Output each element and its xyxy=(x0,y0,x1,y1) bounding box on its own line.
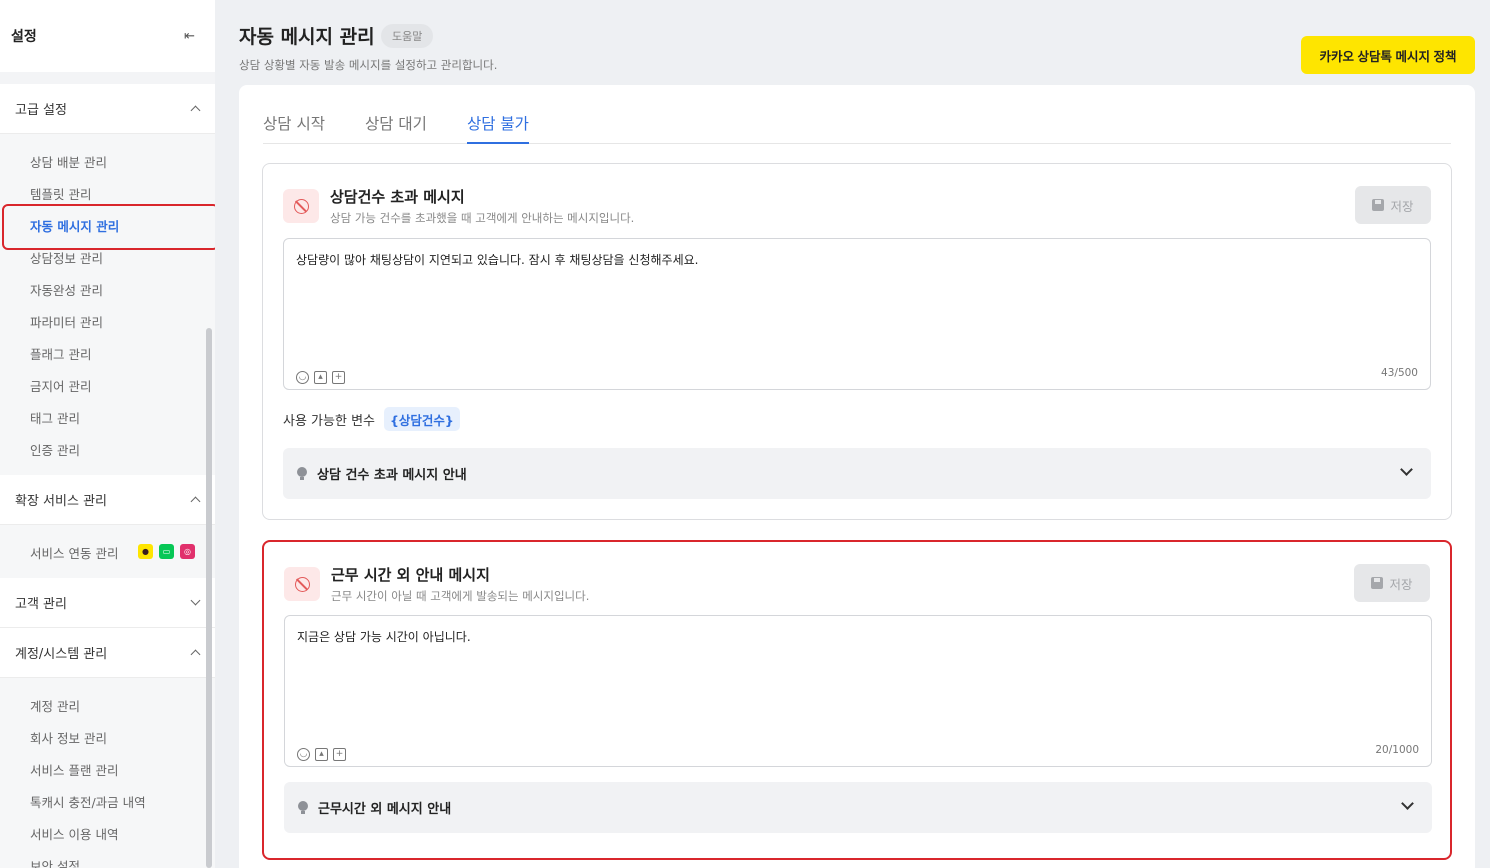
sidebar-item-auto-messages[interactable]: 자동 메시지 관리 xyxy=(0,204,215,250)
lightbulb-icon xyxy=(297,466,307,481)
image-icon[interactable]: ▴ xyxy=(314,371,327,384)
add-icon[interactable]: + xyxy=(333,748,346,761)
card-description: 상담 가능 건수를 초과했을 때 고객에게 안내하는 메시지입니다. xyxy=(330,211,635,225)
chevron-down-icon xyxy=(1400,463,1413,476)
kakao-talk-icon: ● xyxy=(138,544,153,559)
message-card-off-hours: 근무 시간 외 안내 메시지 근무 시간이 아닐 때 고객에게 발송되는 메시지… xyxy=(262,540,1452,860)
image-icon[interactable]: ▴ xyxy=(315,748,328,761)
sidebar-section-label: 고급 설정 xyxy=(15,103,67,118)
char-counter: 20/1000 xyxy=(1375,744,1419,756)
save-label: 저장 xyxy=(1389,576,1413,592)
variable-chip[interactable]: {상담건수} xyxy=(384,407,460,431)
emoji-icon[interactable]: ◡ xyxy=(296,371,309,384)
guide-label: 근무시간 외 메시지 안내 xyxy=(318,802,452,817)
add-icon[interactable]: + xyxy=(332,371,345,384)
sidebar-section-label: 고객 관리 xyxy=(15,597,67,612)
save-icon xyxy=(1372,199,1385,211)
sidebar-item-auth[interactable]: 인증 관리 xyxy=(0,433,215,465)
sidebar-list-advanced: 상담 배분 관리 템플릿 관리 자동 메시지 관리 상담정보 관리 자동완성 관… xyxy=(0,134,215,475)
message-card-overflow: 상담건수 초과 메시지 상담 가능 건수를 초과했을 때 고객에게 안내하는 메… xyxy=(262,163,1452,520)
main-area: 자동 메시지 관리 도움말 상담 상황별 자동 발송 메시지를 설정하고 관리합… xyxy=(215,0,1490,868)
tab-consult-wait[interactable]: 상담 대기 xyxy=(365,105,427,144)
sidebar-section-label: 확장 서비스 관리 xyxy=(15,494,107,509)
message-policy-button[interactable]: 카카오 상담톡 메시지 정책 xyxy=(1301,36,1475,74)
sidebar-item-flags[interactable]: 플래그 관리 xyxy=(0,337,215,369)
message-text: 상담량이 많아 채팅상담이 지연되고 있습니다. 잠시 후 채팅상담을 신청해주… xyxy=(296,253,699,267)
char-counter: 43/500 xyxy=(1381,367,1418,379)
chevron-down-icon xyxy=(190,595,201,606)
editor-toolbar: ◡ ▴ + xyxy=(297,748,346,761)
message-text: 지금은 상담 가능 시간이 아닙니다. xyxy=(297,630,471,644)
sidebar-item-label: 서비스 연동 관리 xyxy=(30,545,119,561)
sidebar-item-accounts[interactable]: 계정 관리 xyxy=(0,689,215,721)
sidebar-title: 설정 xyxy=(11,29,37,45)
sidebar-item-banned-words[interactable]: 금지어 관리 xyxy=(0,369,215,401)
chevron-down-icon xyxy=(1401,797,1414,810)
guide-label: 상담 건수 초과 메시지 안내 xyxy=(317,468,467,483)
sidebar: 설정 ⇤ 고급 설정 상담 배분 관리 템플릿 관리 자동 메시지 관리 상담정… xyxy=(0,0,215,868)
sidebar-item-autocomplete[interactable]: 자동완성 관리 xyxy=(0,273,215,305)
page-description: 상담 상황별 자동 발송 메시지를 설정하고 관리합니다. xyxy=(239,58,498,72)
sidebar-item-distribution[interactable]: 상담 배분 관리 xyxy=(0,145,215,177)
message-textarea[interactable]: 지금은 상담 가능 시간이 아닙니다. ◡ ▴ + 20/1000 xyxy=(284,615,1432,767)
sidebar-item-service-integration[interactable]: 서비스 연동 관리 ● ▭ ◎ xyxy=(0,536,215,568)
sidebar-section-advanced[interactable]: 고급 설정 xyxy=(0,84,215,134)
guide-accordion[interactable]: 상담 건수 초과 메시지 안내 xyxy=(283,448,1431,499)
page-title: 자동 메시지 관리 xyxy=(239,26,375,48)
sidebar-header: 설정 ⇤ xyxy=(0,0,215,72)
save-icon xyxy=(1371,577,1384,589)
editor-toolbar: ◡ ▴ + xyxy=(296,371,345,384)
variables-row: 사용 가능한 변수 {상담건수} xyxy=(283,407,460,431)
sidebar-list-extensions: 서비스 연동 관리 ● ▭ ◎ xyxy=(0,525,215,578)
guide-accordion[interactable]: 근무시간 외 메시지 안내 xyxy=(284,782,1432,833)
sidebar-item-consult-info[interactable]: 상담정보 관리 xyxy=(0,241,215,273)
instagram-icon: ◎ xyxy=(180,544,195,559)
save-button[interactable]: 저장 xyxy=(1355,186,1431,224)
sidebar-item-usage[interactable]: 서비스 이용 내역 xyxy=(0,817,215,849)
sidebar-item-service-plan[interactable]: 서비스 플랜 관리 xyxy=(0,753,215,785)
save-label: 저장 xyxy=(1390,198,1414,214)
ban-icon xyxy=(283,189,319,223)
card-title: 상담건수 초과 메시지 xyxy=(330,188,465,206)
service-icons: ● ▭ ◎ xyxy=(138,544,195,559)
card-title: 근무 시간 외 안내 메시지 xyxy=(331,566,490,584)
sidebar-section-account-system[interactable]: 계정/시스템 관리 xyxy=(0,628,215,678)
sidebar-item-talkcash[interactable]: 톡캐시 충전/과금 내역 xyxy=(0,785,215,817)
collapse-sidebar-icon[interactable]: ⇤ xyxy=(184,29,195,44)
message-textarea[interactable]: 상담량이 많아 채팅상담이 지연되고 있습니다. 잠시 후 채팅상담을 신청해주… xyxy=(283,238,1431,390)
emoji-icon[interactable]: ◡ xyxy=(297,748,310,761)
chevron-up-icon xyxy=(190,496,201,507)
help-button[interactable]: 도움말 xyxy=(381,24,434,48)
tab-bar: 상담 시작 상담 대기 상담 불가 xyxy=(263,105,1451,144)
variables-label: 사용 가능한 변수 xyxy=(283,413,375,429)
sidebar-item-parameters[interactable]: 파라미터 관리 xyxy=(0,305,215,337)
sidebar-scrollbar[interactable] xyxy=(206,328,212,868)
sidebar-section-customers[interactable]: 고객 관리 xyxy=(0,578,215,628)
card-description: 근무 시간이 아닐 때 고객에게 발송되는 메시지입니다. xyxy=(331,589,590,603)
content-panel: 상담 시작 상담 대기 상담 불가 상담건수 초과 메시지 상담 가능 건수를 … xyxy=(239,85,1475,868)
line-icon: ▭ xyxy=(159,544,174,559)
divider xyxy=(0,72,215,84)
tab-consult-start[interactable]: 상담 시작 xyxy=(263,105,325,144)
chevron-up-icon xyxy=(190,105,201,116)
sidebar-item-tags[interactable]: 태그 관리 xyxy=(0,401,215,433)
lightbulb-icon xyxy=(298,800,308,815)
chevron-up-icon xyxy=(190,649,201,660)
sidebar-list-account-system: 계정 관리 회사 정보 관리 서비스 플랜 관리 톡캐시 충전/과금 내역 서비… xyxy=(0,678,215,868)
tab-consult-unavailable[interactable]: 상담 불가 xyxy=(466,105,529,144)
sidebar-item-company-info[interactable]: 회사 정보 관리 xyxy=(0,721,215,753)
ban-icon xyxy=(284,567,320,601)
sidebar-section-label: 계정/시스템 관리 xyxy=(15,647,108,662)
save-button[interactable]: 저장 xyxy=(1354,564,1430,602)
sidebar-item-security[interactable]: 보안 설정 xyxy=(0,849,215,868)
sidebar-section-extensions[interactable]: 확장 서비스 관리 xyxy=(0,475,215,525)
